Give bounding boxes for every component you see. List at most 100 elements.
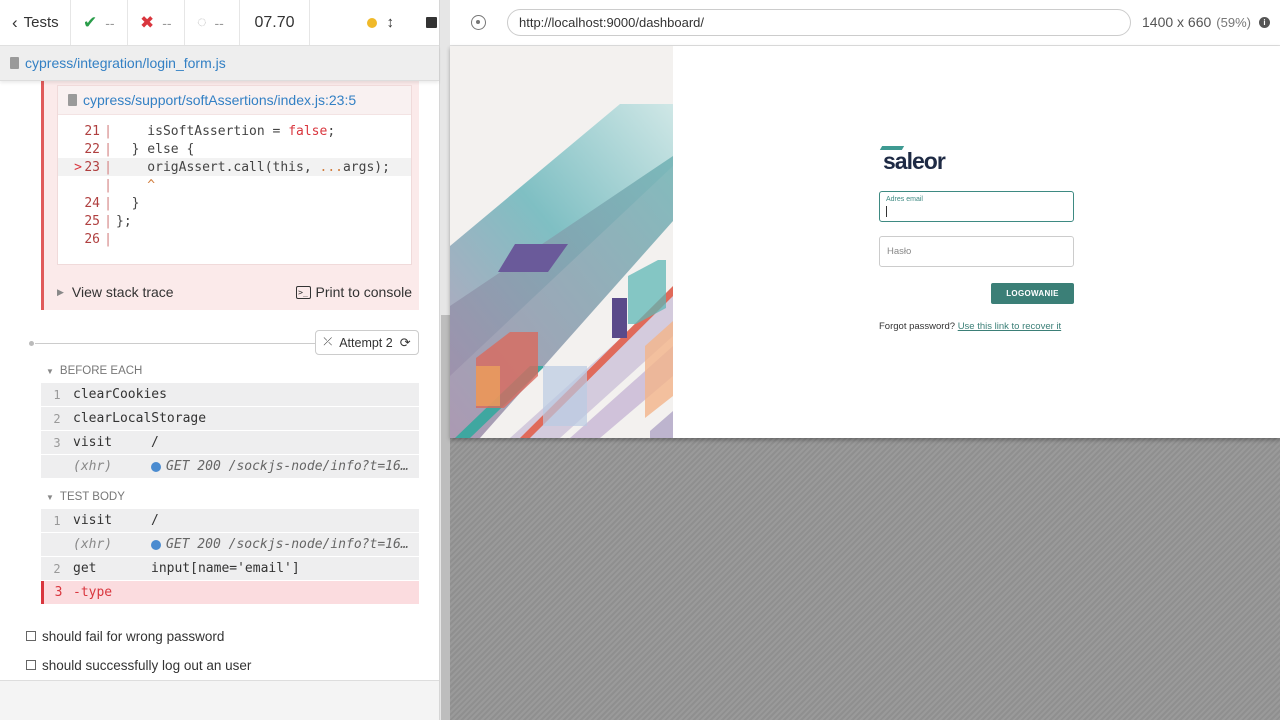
saleor-logo: saleor <box>879 146 1074 175</box>
command-row[interactable]: 3 visit / <box>41 431 419 454</box>
chevron-left-icon: ‹ <box>12 12 18 32</box>
attempt-divider <box>35 343 315 344</box>
failed-count: -- <box>162 14 172 31</box>
line-number: 25 <box>84 213 100 229</box>
error-actions: ▶ View stack trace >_ Print to console <box>57 280 412 304</box>
duration-timer: 07.70 <box>240 0 310 45</box>
login-button[interactable]: LOGOWANIE <box>991 283 1074 304</box>
stop-icon[interactable] <box>426 17 437 28</box>
code-line: 26 | <box>58 230 411 248</box>
command-name: (xhr) <box>73 459 113 474</box>
line-number: 23 <box>84 159 100 175</box>
logo-text: saleor <box>883 148 946 174</box>
line-marker: > <box>74 159 82 175</box>
line-number: 26 <box>84 231 100 247</box>
hook-title-label: BEFORE EACH <box>59 365 143 377</box>
recover-password-link[interactable]: Use this link to recover it <box>958 321 1061 332</box>
view-stack-trace-label: View stack trace <box>71 284 174 300</box>
xhr-status-icon <box>151 461 161 472</box>
runnable-list: cypress/support/softAssertions/index.js:… <box>0 81 439 681</box>
print-to-console-button[interactable]: >_ Print to console <box>295 284 412 300</box>
code-line: >23 | origAssert.call(this, ...args); <box>58 158 411 176</box>
xhr-command-row[interactable]: (xhr) GET 200 /sockjs-node/info?t=1618803… <box>41 455 419 478</box>
terminal-icon: >_ <box>295 285 311 299</box>
passed-count: -- <box>105 14 115 31</box>
command-name: visit <box>73 513 113 528</box>
run-controls: ↕ <box>310 0 450 45</box>
command-message: input[name='email'] <box>151 561 300 576</box>
tests-label: Tests <box>23 14 59 31</box>
code-line: 24 | } <box>58 194 411 212</box>
command-list: 1 clearCookies 2 clearLocalStorage 3 visit / (x… <box>41 383 419 478</box>
pending-test-icon <box>26 631 36 641</box>
pending-test-icon <box>26 660 36 670</box>
hook-title[interactable]: ▼ BEFORE EACH <box>41 359 419 383</box>
reporter-header: ‹ Tests ✔ -- ✖ -- ◌ -- 07.70 ↕ <box>0 0 450 46</box>
caret-down-icon: ▼ <box>46 366 54 376</box>
line-gutter: | <box>104 177 112 193</box>
file-icon <box>68 94 77 106</box>
line-code: origAssert.call(this, ...args); <box>116 159 390 175</box>
line-code: }; <box>116 213 132 229</box>
command-number: 1 <box>53 513 61 528</box>
command-row[interactable]: 3 -type <box>41 581 419 604</box>
error-panel: cypress/support/softAssertions/index.js:… <box>41 81 419 310</box>
auto-scroll-toggle-icon[interactable]: ↕ <box>387 14 395 31</box>
command-name: -type <box>73 585 113 600</box>
command-message: GET 200 /sockjs-node/info?t=161880352200… <box>151 459 419 474</box>
running-indicator-icon <box>366 17 377 28</box>
tests-button[interactable]: ‹ Tests <box>0 0 71 45</box>
code-line: | ^ <box>58 176 411 194</box>
test-item[interactable]: should successfully log out an user <box>26 656 251 674</box>
command-name: (xhr) <box>73 537 113 552</box>
command-row[interactable]: 2 clearLocalStorage <box>41 407 419 430</box>
line-gutter: | <box>104 159 112 175</box>
password-field[interactable]: Hasło <box>879 236 1074 267</box>
test-title: should successfully log out an user <box>42 657 252 673</box>
command-message: / <box>151 513 159 528</box>
command-name: clearCookies <box>73 387 167 402</box>
abstract-art-icon <box>450 46 673 438</box>
code-line: 25 |}; <box>58 212 411 230</box>
file-icon <box>10 57 19 69</box>
spec-path-link[interactable]: cypress/integration/login_form.js <box>25 55 226 71</box>
command-number: 3 <box>54 585 63 600</box>
command-number: 3 <box>53 435 61 450</box>
text-caret <box>886 206 887 217</box>
code-lines: 21 | isSoftAssertion = false; 22 | } else {… <box>58 115 411 248</box>
hook-before-each: ▼ BEFORE EACH 1 clearCookies 2 clearLocalSt… <box>41 359 419 479</box>
email-field[interactable]: Adres email <box>879 191 1074 222</box>
command-row[interactable]: 1 clearCookies <box>41 383 419 406</box>
selector-playground-icon[interactable] <box>471 15 486 30</box>
command-row[interactable]: 1 visit / <box>41 509 419 532</box>
reporter-scrollbar[interactable] <box>439 0 450 720</box>
command-name: clearLocalStorage <box>73 411 207 426</box>
command-row[interactable]: 2 get input[name='email'] <box>41 557 419 580</box>
line-code: isSoftAssertion = false; <box>116 123 336 139</box>
scrollbar-thumb[interactable] <box>441 315 450 720</box>
code-line: 21 | isSoftAssertion = false; <box>58 122 411 140</box>
xhr-command-row[interactable]: (xhr) GET 200 /sockjs-node/info?t=1618803… <box>41 533 419 556</box>
email-label: Adres email <box>886 196 923 203</box>
hook-title[interactable]: ▼ TEST BODY <box>41 485 419 509</box>
command-message: / <box>151 435 159 450</box>
circle-notch-icon: ◌ <box>197 13 207 31</box>
login-form: saleor Adres email Hasło LOGOWANIE Forgo… <box>879 146 1074 332</box>
url-display[interactable]: http://localhost:9000/dashboard/ <box>507 9 1131 36</box>
line-code: } <box>116 195 140 211</box>
code-frame-file-link[interactable]: cypress/support/softAssertions/index.js:… <box>83 92 356 108</box>
attempt-toggle-button[interactable]: ⤫ Attempt 2 ⟳ <box>315 330 419 355</box>
line-gutter: | <box>104 195 112 211</box>
view-stack-trace-toggle[interactable]: ▶ View stack trace <box>57 284 174 300</box>
line-gutter: | <box>104 141 112 157</box>
spec-header: cypress/integration/login_form.js <box>0 46 439 81</box>
test-title: should fail for wrong password <box>42 628 225 644</box>
command-name: visit <box>73 435 113 450</box>
command-name: get <box>73 561 97 576</box>
attempt-label: Attempt 2 <box>339 335 393 350</box>
hook-title-label: TEST BODY <box>59 491 125 503</box>
viewport-info[interactable]: 1400 x 660 (59%) i <box>1142 14 1270 30</box>
command-number: 1 <box>53 387 61 402</box>
aut-stage: saleor Adres email Hasło LOGOWANIE Forgo… <box>450 46 1280 720</box>
test-item[interactable]: should fail for wrong password <box>26 627 224 645</box>
